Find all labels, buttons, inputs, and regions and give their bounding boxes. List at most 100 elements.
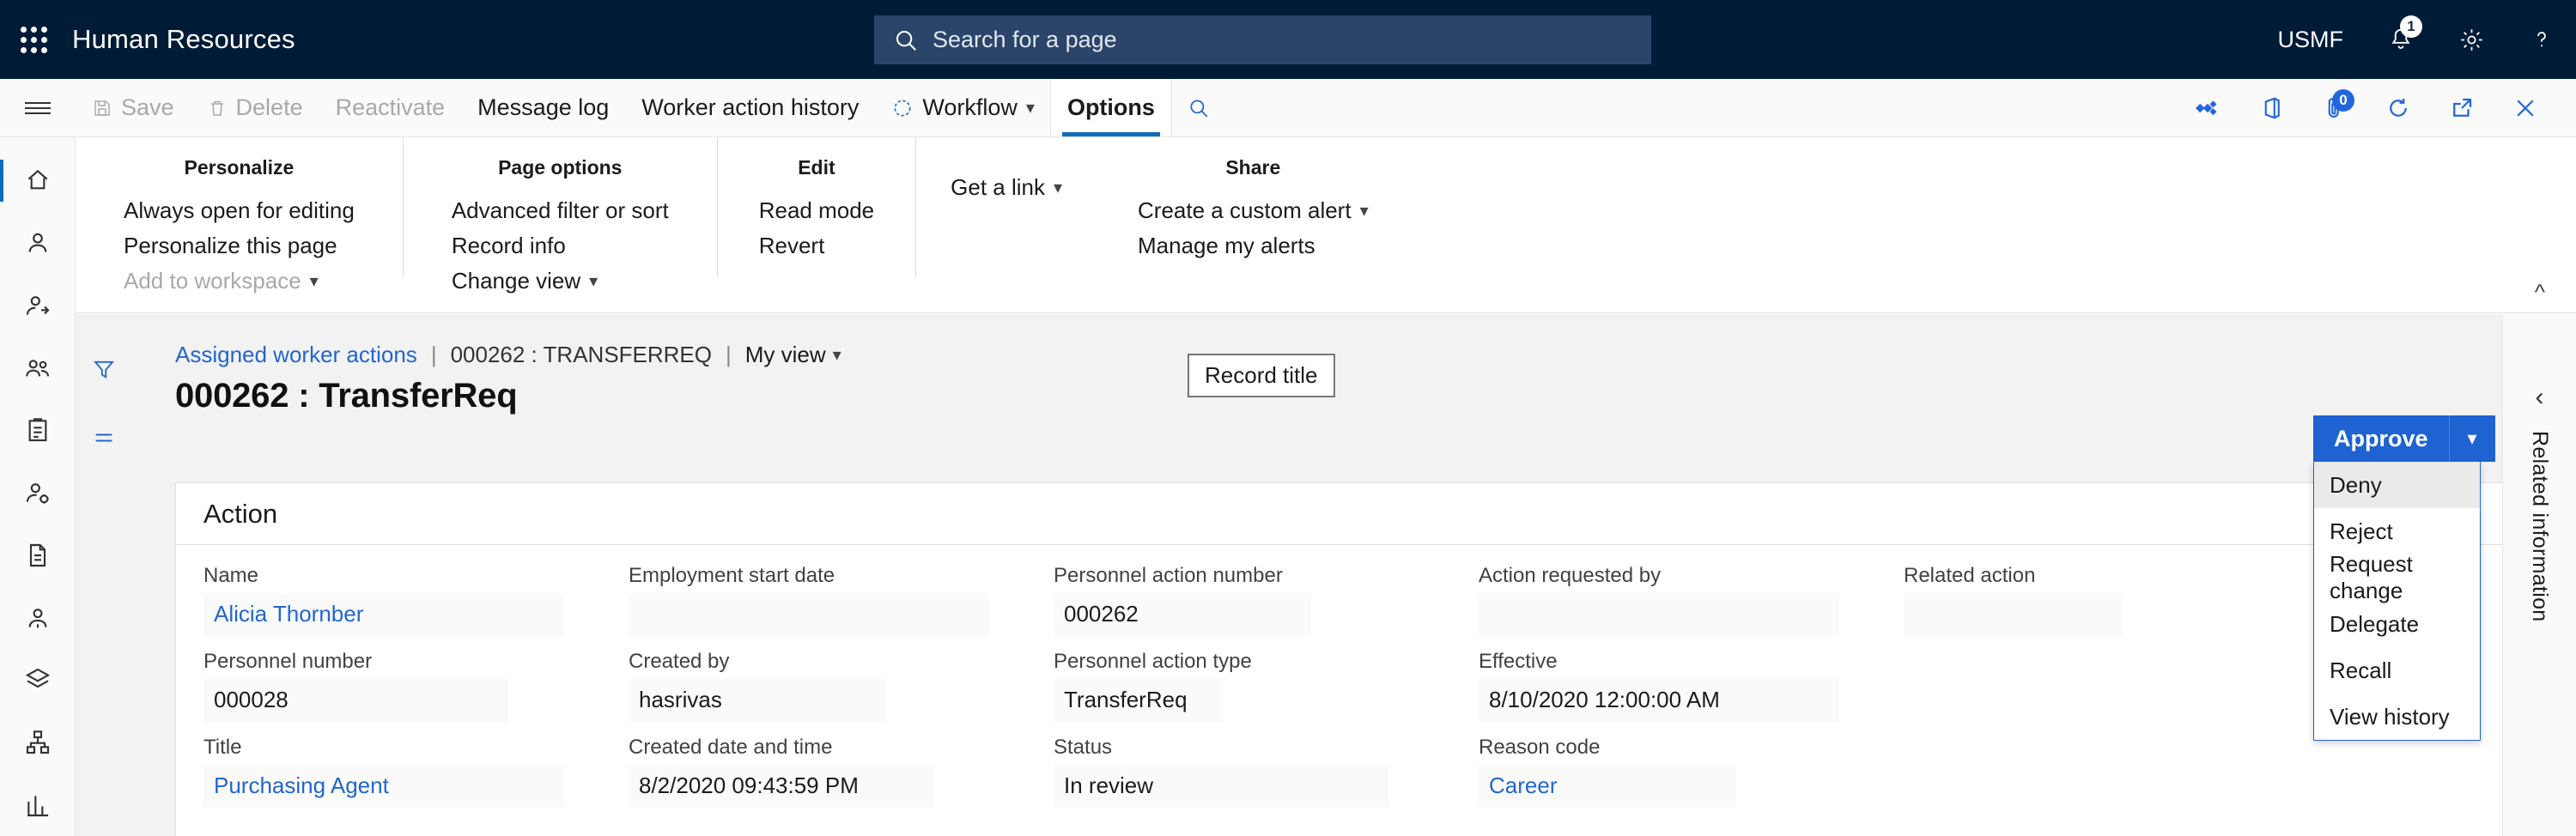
nav-leave[interactable] — [0, 274, 76, 336]
field-value-effective[interactable]: 8/10/2020 12:00:00 AM — [1479, 679, 1839, 722]
help-question-mark-icon[interactable] — [2507, 0, 2576, 79]
always-open-for-editing-item[interactable]: Always open for editing — [124, 193, 355, 228]
notifications-bell-icon[interactable]: 1 — [2366, 0, 2436, 79]
ribbon-item-label: Record info — [451, 233, 566, 258]
gear-icon[interactable] — [2436, 0, 2507, 79]
save-button[interactable]: Save — [76, 79, 191, 136]
app-title: Human Resources — [72, 24, 295, 54]
refresh-icon[interactable] — [2366, 79, 2430, 137]
field-value-created-date-and-time[interactable]: 8/2/2020 09:43:59 PM — [629, 765, 933, 808]
read-mode-item[interactable]: Read mode — [759, 193, 874, 228]
search-input[interactable]: Search for a page — [874, 15, 1651, 64]
approve-button[interactable]: Approve — [2313, 415, 2449, 462]
filter-funnel-icon[interactable] — [76, 335, 132, 403]
message-log-button[interactable]: Message log — [461, 79, 625, 136]
delete-button[interactable]: Delete — [191, 79, 319, 136]
section-title: Action — [204, 498, 278, 529]
menu-item-reject[interactable]: Reject — [2314, 508, 2480, 554]
nav-employees[interactable] — [0, 212, 76, 275]
menu-item-recall[interactable]: Recall — [2314, 647, 2480, 694]
field-effective: Effective 8/10/2020 12:00:00 AM — [1479, 650, 1839, 722]
field-label: Personnel action type — [1054, 650, 1252, 673]
options-tab[interactable]: Options — [1050, 79, 1171, 136]
field-value-created-by[interactable]: hasrivas — [629, 679, 886, 722]
manage-my-alerts-item[interactable]: Manage my alerts — [1138, 228, 1315, 264]
field-created-date-and-time: Created date and time 8/2/2020 09:43:59 … — [629, 736, 933, 808]
reactivate-label: Reactivate — [335, 94, 446, 120]
field-value-personnel-action-type[interactable]: TransferReq — [1054, 679, 1221, 722]
menu-item-view-history[interactable]: View history — [2314, 694, 2480, 740]
top-navigation-bar: Human Resources Search for a page USMF 1 — [0, 0, 2576, 79]
ribbon-item-label: Advanced filter or sort — [451, 197, 669, 223]
change-view-item[interactable]: Change view ▾ — [452, 264, 598, 299]
field-value-related-action[interactable] — [1904, 593, 2123, 636]
advanced-filter-or-sort-item[interactable]: Advanced filter or sort — [452, 193, 669, 228]
nav-organization[interactable] — [0, 712, 76, 774]
worker-action-history-button[interactable]: Worker action history — [625, 79, 875, 136]
expand-panel-chevron-left-icon[interactable]: ‹ — [2536, 383, 2544, 412]
get-a-link-item[interactable]: Get a link ▾ — [951, 170, 1062, 205]
nav-tasks[interactable] — [0, 399, 76, 462]
add-to-workspace-item[interactable]: Add to workspace ▾ — [124, 264, 319, 299]
field-spacer — [1904, 736, 2170, 808]
list-lines-icon[interactable] — [76, 403, 132, 472]
menu-item-delegate[interactable]: Delegate — [2314, 601, 2480, 647]
menu-item-deny[interactable]: Deny — [2314, 462, 2480, 508]
field-employment-start-date: Employment start date — [629, 564, 989, 636]
nav-compensation[interactable] — [0, 586, 76, 649]
ribbon-group-get-a-link: Get a link ▾ — [915, 137, 1097, 277]
record-info-item[interactable]: Record info — [452, 228, 566, 264]
nav-benefits[interactable] — [0, 649, 76, 712]
chevron-down-icon: ▾ — [589, 272, 598, 291]
hamburger-menu-icon[interactable] — [0, 79, 76, 136]
diamonds-icon[interactable] — [2176, 79, 2239, 137]
company-selector[interactable]: USMF — [2256, 0, 2366, 79]
attachments-icon[interactable]: 0 — [2303, 79, 2366, 137]
field-value-employment-start-date[interactable] — [629, 593, 989, 636]
personalize-this-page-item[interactable]: Personalize this page — [124, 228, 337, 264]
field-label: Employment start date — [629, 564, 835, 587]
ribbon-item-label: Change view — [451, 268, 581, 294]
revert-item[interactable]: Revert — [759, 228, 825, 264]
action-card-header: Action 8/10/2020 12:0 — [176, 483, 2502, 545]
field-value-title[interactable]: Purchasing Agent — [204, 765, 564, 808]
page-side-rail — [76, 314, 132, 836]
close-icon[interactable] — [2494, 79, 2557, 137]
field-value-status[interactable]: In review — [1054, 765, 1388, 808]
command-search-icon[interactable] — [1171, 79, 1226, 136]
ribbon-item-label: Create a custom alert — [1138, 197, 1352, 223]
nav-home[interactable] — [0, 149, 76, 212]
field-value-personnel-action-number[interactable]: 000262 — [1054, 593, 1311, 636]
open-in-new-window-icon[interactable] — [2430, 79, 2494, 137]
nav-documents[interactable] — [0, 524, 76, 586]
top-bar-right-actions: USMF 1 — [2256, 0, 2576, 79]
action-field-grid: Name Alicia Thornber Employment start da… — [176, 545, 2502, 821]
create-a-custom-alert-item[interactable]: Create a custom alert ▾ — [1138, 193, 1369, 228]
breadcrumb-link-assigned-worker-actions[interactable]: Assigned worker actions — [175, 342, 417, 368]
field-value-personnel-number[interactable]: 000028 — [204, 679, 508, 722]
field-value-reason-code[interactable]: Career — [1479, 765, 1736, 808]
reactivate-button[interactable]: Reactivate — [319, 79, 462, 136]
field-value-name[interactable]: Alicia Thornber — [204, 593, 564, 636]
field-label: Title — [204, 736, 242, 759]
view-selector[interactable]: My view ▾ — [745, 342, 841, 368]
field-value-action-requested-by[interactable] — [1479, 593, 1839, 636]
field-label: Created date and time — [629, 736, 833, 759]
chevron-down-icon: ▾ — [832, 346, 841, 365]
nav-worker-actions[interactable] — [0, 462, 76, 524]
menu-item-request-change[interactable]: Request change — [2314, 551, 2480, 603]
app-launcher-icon[interactable] — [21, 27, 47, 53]
collapse-ribbon-chevron-up-icon[interactable]: ^ — [2535, 279, 2545, 306]
chevron-down-icon: ▾ — [1053, 179, 1063, 197]
save-icon — [92, 98, 112, 118]
workflow-button[interactable]: Workflow ▾ — [875, 79, 1051, 136]
nav-teams[interactable] — [0, 336, 76, 399]
office-app-icon[interactable] — [2239, 79, 2303, 137]
ribbon-group-page-options: Page options Advanced filter or sort Rec… — [402, 137, 717, 294]
field-label: Created by — [629, 650, 730, 673]
search-placeholder: Search for a page — [933, 27, 1117, 52]
chevron-down-icon: ▾ — [1025, 99, 1035, 118]
approve-chevron-down-icon[interactable]: ▾ — [2448, 415, 2495, 462]
nav-analytics[interactable] — [0, 773, 76, 836]
field-personnel-action-number: Personnel action number 000262 — [1054, 564, 1320, 636]
